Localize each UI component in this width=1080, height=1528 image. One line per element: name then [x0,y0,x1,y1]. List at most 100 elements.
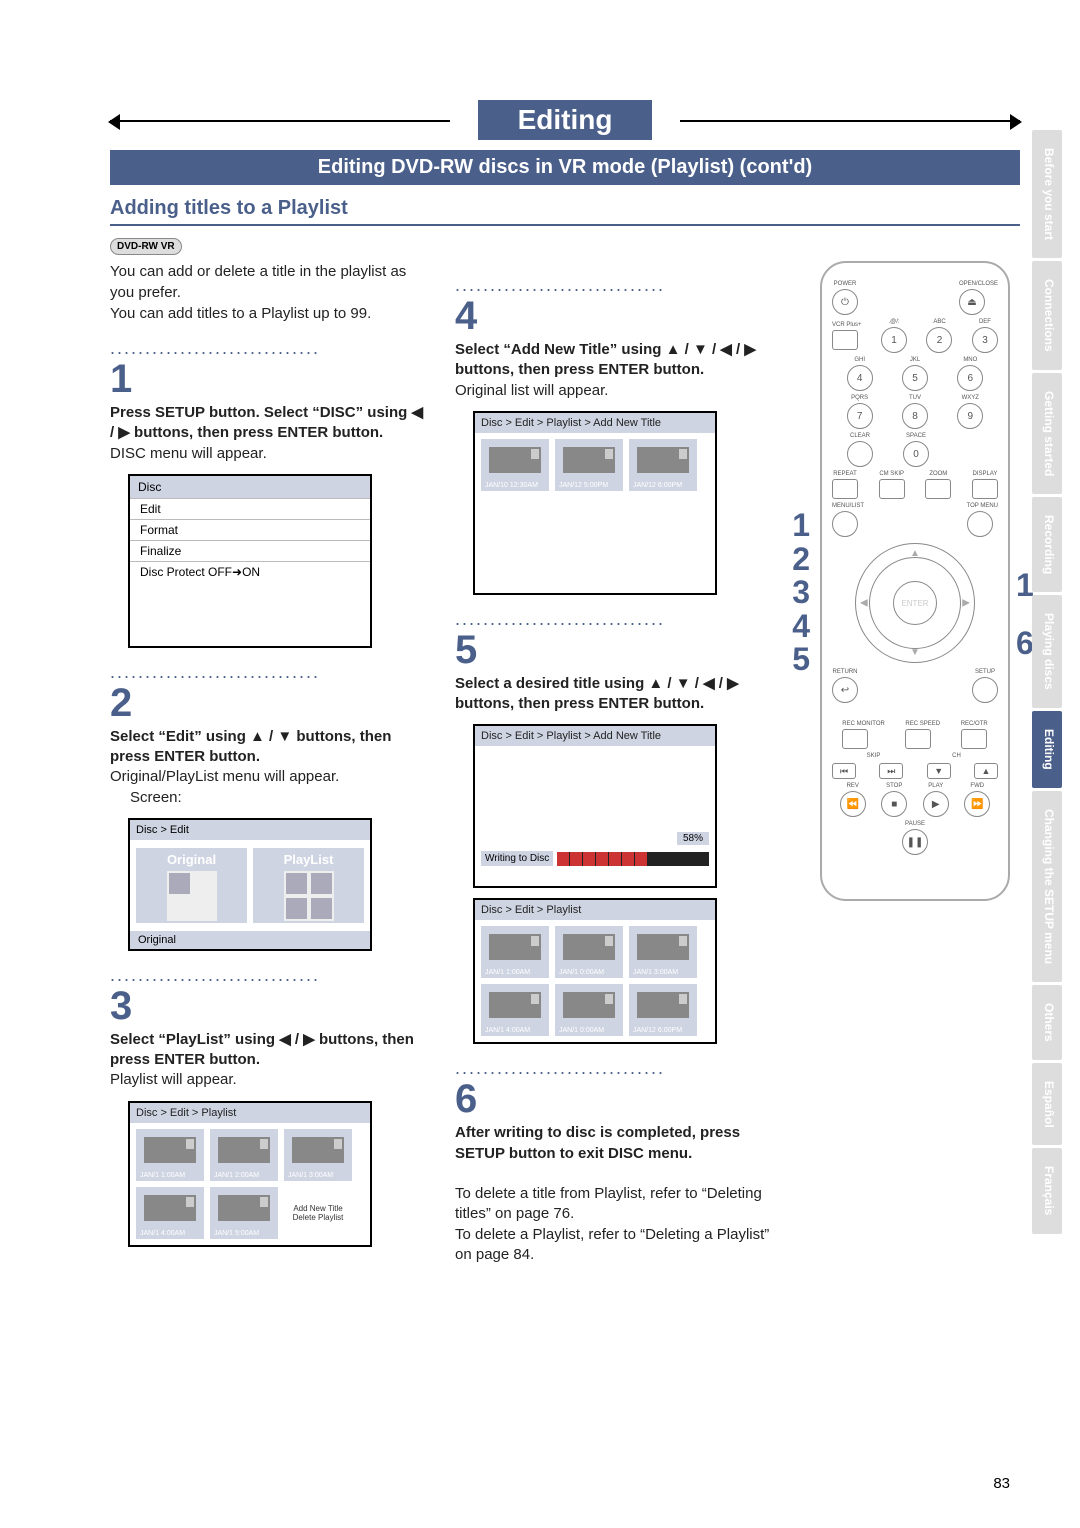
step-number-1: 1 [110,359,431,399]
btn-label: .@/: [881,319,907,325]
step-divider: .............................. [455,281,776,290]
fwd-button: ⏩ [964,791,990,817]
num-9-button: 9 [957,403,983,429]
topmenu-button [967,511,993,537]
btn-label: SETUP [972,669,998,675]
num-6-button: 6 [957,365,983,391]
btn-label: SPACE [903,433,929,439]
btn-label: DISPLAY [972,471,998,477]
btn-label: REV [840,783,866,789]
cell-label: JAN/1 4:00AM [140,1230,200,1237]
play-button: ▶ [923,791,949,817]
step-divider: .............................. [110,668,431,677]
step5-bold: Select a desired title using ▲ / ▼ / ◀ /… [455,675,739,712]
step-divider: .............................. [110,344,431,353]
step4-plain: Original list will appear. [455,382,608,399]
btn-label: GHI [847,357,873,363]
btn-label: TUV [902,395,928,401]
btn-label: STOP [881,783,907,789]
callout-num: 3 [792,576,810,610]
step6-note2: To delete a Playlist, refer to “Deleting… [455,1226,769,1263]
chapter-title-bar: Editing [110,100,1020,140]
btn-label: SKIP [832,753,915,759]
clear-button [847,441,873,467]
open-close-button: ⏏ [959,289,985,315]
btn-label: MENU/LIST [832,503,864,509]
step3-bold: Select “PlayList” using ◀ / ▶ buttons, t… [110,1031,414,1068]
btn-label: VCR Plus+ [832,322,862,328]
display-button [972,479,998,499]
step6-note1: To delete a title from Playlist, refer t… [455,1185,762,1222]
step-number-2: 2 [110,683,431,723]
skip-prev-button: ⏮ [832,763,856,779]
tile-label: Original [136,852,247,867]
btn-label: JKL [902,357,928,363]
skip-next-button: ⏭ [879,763,903,779]
btn-label: REPEAT [832,471,858,477]
btn-label: TOP MENU [967,503,998,509]
step-number-6: 6 [455,1079,776,1119]
disc-menu-header: Disc [130,476,370,498]
recotr-button [961,729,987,749]
btn-label: REC/OTR [961,721,988,727]
callout-num: 4 [792,610,810,644]
disc-menu-row: Format [130,519,370,540]
cell-label: JAN/12 5:00PM [559,482,619,489]
btn-label: REC SPEED [905,721,940,727]
enter-button: ENTER [893,581,937,625]
playlist-screen: Disc > Edit > Playlist JAN/1 1:00AM JAN/… [128,1101,372,1247]
tab-editing: Editing [1032,711,1062,788]
screen-footer: Original [130,931,370,949]
breadcrumb: Disc > Edit > Playlist [130,1103,370,1123]
btn-label: PQRS [847,395,873,401]
cell-label: JAN/1 1:00AM [485,969,545,976]
cell-label: JAN/10 12:30AM [485,482,545,489]
callout-num: 5 [792,643,810,677]
step-divider: .............................. [110,971,431,980]
zoom-button [925,479,951,499]
tab-recording: Recording [1032,497,1062,592]
pause-button: ❚❚ [902,829,928,855]
btn-label: MNO [957,357,983,363]
original-playlist-screen: Disc > Edit Original PlayList Original [128,818,372,951]
cell-label: JAN/1 3:00AM [288,1172,348,1179]
section-subheader: Editing DVD-RW discs in VR mode (Playlis… [110,150,1020,185]
d-pad: ▲ ▼ ◀ ▶ ENTER [855,543,975,663]
cell-label: JAN/1 0:00AM [559,1027,619,1034]
btn-label: ABC [926,319,952,325]
intro-text: You can add or delete a title in the pla… [110,261,431,324]
cell-label: JAN/1 3:00AM [633,969,693,976]
arrow-left-icon: ◀ [860,598,868,609]
btn-label: RETURN [832,669,858,675]
num-8-button: 8 [902,403,928,429]
callout-num: 2 [792,543,810,577]
cell-label: JAN/1 0:00AM [559,969,619,976]
original-tile: Original [136,848,247,923]
breadcrumb: Disc > Edit > Playlist > Add New Title [475,726,715,746]
tab-before-you-start: Before you start [1032,130,1062,258]
writing-label: Writing to Disc [481,851,553,866]
btn-label: ZOOM [925,471,951,477]
cell-label: JAN/12 6:00PM [633,1027,693,1034]
step2-plain: Original/PlayList menu will appear. [110,768,339,785]
btn-label: OPEN/CLOSE [959,281,998,287]
cell-text: Delete Playlist [293,1213,344,1222]
btn-label: POWER [832,281,858,287]
middle-column: .............................. 4 Select … [455,261,776,1265]
power-button: ⏻ [832,289,858,315]
screen-label: Screen: [130,789,182,806]
btn-label: CM SKIP [879,471,905,477]
btn-label: CLEAR [847,433,873,439]
rev-button: ⏪ [840,791,866,817]
playlist2-screen: Disc > Edit > Playlist JAN/1 1:00AM JAN/… [473,898,717,1044]
left-column: You can add or delete a title in the pla… [110,261,431,1265]
section-head: Adding titles to a Playlist [110,197,1020,226]
disc-menu-row: Finalize [130,540,370,561]
tab-connections: Connections [1032,261,1062,370]
vcrplus-button [832,330,858,350]
cell-label: JAN/1 1:00AM [140,1172,200,1179]
callout-num: 1 [792,509,810,543]
cell-label: JAN/12 6:00PM [633,482,693,489]
breadcrumb: Disc > Edit > Playlist [475,900,715,920]
step6-bold: After writing to disc is completed, pres… [455,1124,740,1161]
